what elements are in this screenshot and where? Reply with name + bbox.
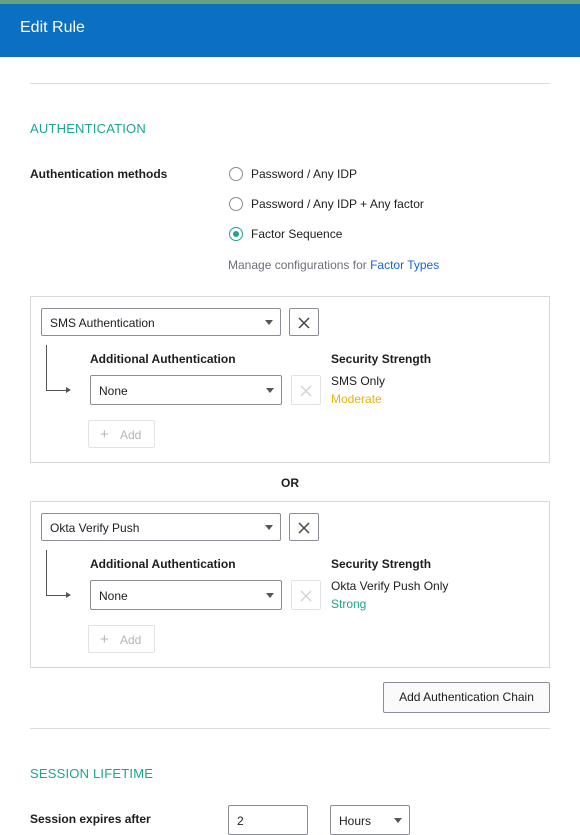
session-expires-value: 2 — [237, 814, 244, 828]
dialog-title: Edit Rule — [20, 19, 85, 36]
close-icon — [298, 317, 310, 329]
radio-button[interactable] — [229, 167, 243, 181]
auth-chain-panel-2: Okta Verify Push Additional Authenticati… — [30, 501, 550, 668]
additional-auth-select[interactable]: None — [90, 375, 282, 405]
chevron-down-icon — [265, 525, 273, 530]
radio-label: Factor Sequence — [251, 227, 343, 241]
header-strip — [0, 0, 580, 4]
remove-chain-button[interactable] — [289, 513, 319, 541]
chain-connector — [46, 550, 67, 596]
remove-additional-button[interactable] — [291, 580, 321, 610]
chevron-down-icon — [266, 593, 274, 598]
radio-password-any-factor[interactable]: Password / Any IDP + Any factor — [228, 196, 458, 212]
session-expires-label: Session expires after — [30, 812, 151, 826]
remove-additional-button[interactable] — [291, 375, 321, 405]
arrow-right-icon — [66, 387, 71, 393]
divider — [30, 83, 550, 84]
authentication-methods-label: Authentication methods — [30, 167, 168, 181]
radio-password-any-idp[interactable]: Password / Any IDP — [228, 166, 448, 182]
arrow-right-icon — [66, 592, 71, 598]
or-separator: OR — [281, 476, 299, 490]
additional-authentication-label: Additional Authentication — [90, 557, 236, 571]
add-label: Add — [120, 428, 142, 442]
remove-chain-button[interactable] — [289, 308, 319, 336]
close-icon — [298, 522, 310, 534]
additional-auth-select[interactable]: None — [90, 580, 282, 610]
add-label: Add — [120, 633, 142, 647]
auth-chain-panel-1: SMS Authentication Additional Authentica… — [30, 296, 550, 463]
factor-select[interactable]: SMS Authentication — [41, 308, 281, 336]
manage-text: Manage configurations for — [228, 258, 367, 272]
session-unit-select[interactable]: Hours — [330, 805, 410, 835]
chain-connector — [46, 345, 67, 391]
chevron-down-icon — [265, 320, 273, 325]
factor-select-value: SMS Authentication — [50, 316, 155, 330]
additional-auth-value: None — [99, 384, 128, 398]
chevron-down-icon — [266, 388, 274, 393]
session-expires-input[interactable]: 2 — [228, 805, 308, 835]
add-additional-button[interactable]: + Add — [88, 625, 155, 653]
dialog-header: Edit Rule — [0, 0, 580, 57]
radio-label: Password / Any IDP + Any factor — [251, 197, 424, 211]
security-strength-level: Strong — [331, 597, 367, 611]
radio-button-selected[interactable] — [229, 227, 243, 241]
plus-icon: + — [100, 631, 109, 648]
security-strength-label: Security Strength — [331, 352, 432, 366]
security-strength-desc: Okta Verify Push Only — [331, 579, 449, 593]
section-title-session-lifetime: SESSION LIFETIME — [30, 766, 154, 781]
add-additional-button[interactable]: + Add — [88, 420, 155, 448]
close-icon — [300, 385, 312, 397]
session-unit-value: Hours — [339, 814, 372, 828]
security-strength-desc: SMS Only — [331, 374, 386, 388]
close-icon — [300, 590, 312, 602]
manage-configurations-text: Manage configurations for Factor Types — [228, 258, 439, 272]
radio-factor-sequence[interactable]: Factor Sequence — [228, 226, 448, 242]
factor-select-value: Okta Verify Push — [50, 521, 140, 535]
factor-types-link[interactable]: Factor Types — [370, 258, 439, 272]
add-authentication-chain-button[interactable]: Add Authentication Chain — [383, 682, 550, 713]
radio-button[interactable] — [229, 197, 243, 211]
security-strength-label: Security Strength — [331, 557, 432, 571]
additional-auth-value: None — [99, 589, 128, 603]
divider — [30, 728, 550, 729]
chevron-down-icon — [394, 818, 402, 823]
factor-select[interactable]: Okta Verify Push — [41, 513, 281, 541]
plus-icon: + — [100, 426, 109, 443]
section-title-authentication: AUTHENTICATION — [30, 121, 146, 136]
radio-label: Password / Any IDP — [251, 167, 358, 181]
security-strength-level: Moderate — [331, 392, 382, 406]
additional-authentication-label: Additional Authentication — [90, 352, 236, 366]
